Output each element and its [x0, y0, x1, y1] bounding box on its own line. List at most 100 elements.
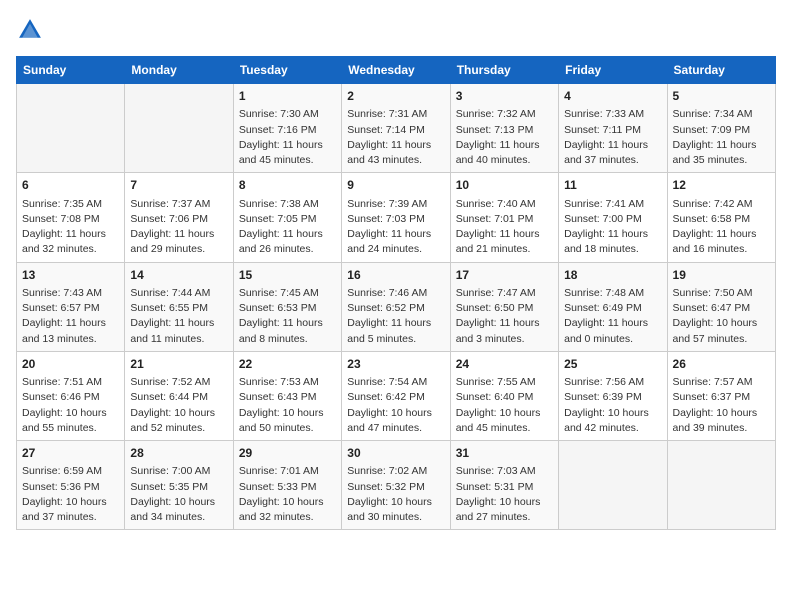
day-header-saturday: Saturday [667, 57, 775, 84]
day-number: 28 [130, 445, 227, 462]
day-number: 26 [673, 356, 770, 373]
calendar-cell: 27 Sunrise: 6:59 AMSunset: 5:36 PMDayligh… [17, 441, 125, 530]
calendar-cell: 28 Sunrise: 7:00 AMSunset: 5:35 PMDayligh… [125, 441, 233, 530]
calendar-cell: 13 Sunrise: 7:43 AMSunset: 6:57 PMDayligh… [17, 262, 125, 351]
day-info: Sunrise: 7:44 AMSunset: 6:55 PMDaylight:… [130, 286, 227, 347]
calendar-table: SundayMondayTuesdayWednesdayThursdayFrid… [16, 56, 776, 530]
calendar-cell [17, 84, 125, 173]
day-info: Sunrise: 7:34 AMSunset: 7:09 PMDaylight:… [673, 107, 770, 168]
calendar-cell: 29 Sunrise: 7:01 AMSunset: 5:33 PMDayligh… [233, 441, 341, 530]
logo-icon [16, 16, 44, 44]
day-number: 8 [239, 177, 336, 194]
calendar-cell: 10 Sunrise: 7:40 AMSunset: 7:01 PMDayligh… [450, 173, 558, 262]
day-number: 31 [456, 445, 553, 462]
calendar-cell: 1 Sunrise: 7:30 AMSunset: 7:16 PMDaylight… [233, 84, 341, 173]
day-header-tuesday: Tuesday [233, 57, 341, 84]
day-number: 2 [347, 88, 444, 105]
day-info: Sunrise: 6:59 AMSunset: 5:36 PMDaylight:… [22, 464, 119, 525]
day-info: Sunrise: 7:47 AMSunset: 6:50 PMDaylight:… [456, 286, 553, 347]
day-number: 25 [564, 356, 661, 373]
calendar-cell [667, 441, 775, 530]
day-info: Sunrise: 7:01 AMSunset: 5:33 PMDaylight:… [239, 464, 336, 525]
day-number: 14 [130, 267, 227, 284]
day-header-thursday: Thursday [450, 57, 558, 84]
day-header-sunday: Sunday [17, 57, 125, 84]
day-number: 3 [456, 88, 553, 105]
day-info: Sunrise: 7:42 AMSunset: 6:58 PMDaylight:… [673, 197, 770, 258]
calendar-cell: 16 Sunrise: 7:46 AMSunset: 6:52 PMDayligh… [342, 262, 450, 351]
day-info: Sunrise: 7:00 AMSunset: 5:35 PMDaylight:… [130, 464, 227, 525]
calendar-cell: 8 Sunrise: 7:38 AMSunset: 7:05 PMDaylight… [233, 173, 341, 262]
day-number: 15 [239, 267, 336, 284]
day-number: 13 [22, 267, 119, 284]
day-number: 24 [456, 356, 553, 373]
calendar-cell: 21 Sunrise: 7:52 AMSunset: 6:44 PMDayligh… [125, 351, 233, 440]
calendar-cell: 31 Sunrise: 7:03 AMSunset: 5:31 PMDayligh… [450, 441, 558, 530]
day-info: Sunrise: 7:45 AMSunset: 6:53 PMDaylight:… [239, 286, 336, 347]
day-number: 29 [239, 445, 336, 462]
calendar-cell: 2 Sunrise: 7:31 AMSunset: 7:14 PMDaylight… [342, 84, 450, 173]
calendar-cell [559, 441, 667, 530]
day-info: Sunrise: 7:43 AMSunset: 6:57 PMDaylight:… [22, 286, 119, 347]
day-info: Sunrise: 7:30 AMSunset: 7:16 PMDaylight:… [239, 107, 336, 168]
calendar-cell: 15 Sunrise: 7:45 AMSunset: 6:53 PMDayligh… [233, 262, 341, 351]
calendar-cell: 25 Sunrise: 7:56 AMSunset: 6:39 PMDayligh… [559, 351, 667, 440]
day-info: Sunrise: 7:53 AMSunset: 6:43 PMDaylight:… [239, 375, 336, 436]
day-header-monday: Monday [125, 57, 233, 84]
day-info: Sunrise: 7:33 AMSunset: 7:11 PMDaylight:… [564, 107, 661, 168]
day-number: 11 [564, 177, 661, 194]
calendar-cell [125, 84, 233, 173]
day-number: 21 [130, 356, 227, 373]
day-number: 20 [22, 356, 119, 373]
day-info: Sunrise: 7:55 AMSunset: 6:40 PMDaylight:… [456, 375, 553, 436]
day-number: 7 [130, 177, 227, 194]
calendar-cell: 9Sunrise: 7:39 AMSunset: 7:03 PMDaylight… [342, 173, 450, 262]
day-info: Sunrise: 7:57 AMSunset: 6:37 PMDaylight:… [673, 375, 770, 436]
day-info: Sunrise: 7:40 AMSunset: 7:01 PMDaylight:… [456, 197, 553, 258]
day-info: Sunrise: 7:56 AMSunset: 6:39 PMDaylight:… [564, 375, 661, 436]
calendar-cell: 19Sunrise: 7:50 AMSunset: 6:47 PMDayligh… [667, 262, 775, 351]
calendar-cell: 17 Sunrise: 7:47 AMSunset: 6:50 PMDayligh… [450, 262, 558, 351]
logo [16, 16, 48, 44]
day-number: 27 [22, 445, 119, 462]
day-info: Sunrise: 7:37 AMSunset: 7:06 PMDaylight:… [130, 197, 227, 258]
day-number: 23 [347, 356, 444, 373]
calendar-cell: 7 Sunrise: 7:37 AMSunset: 7:06 PMDaylight… [125, 173, 233, 262]
calendar-cell: 30 Sunrise: 7:02 AMSunset: 5:32 PMDayligh… [342, 441, 450, 530]
day-info: Sunrise: 7:39 AMSunset: 7:03 PMDaylight:… [347, 197, 444, 258]
day-info: Sunrise: 7:54 AMSunset: 6:42 PMDaylight:… [347, 375, 444, 436]
calendar-cell: 11 Sunrise: 7:41 AMSunset: 7:00 PMDayligh… [559, 173, 667, 262]
day-number: 4 [564, 88, 661, 105]
day-number: 10 [456, 177, 553, 194]
day-info: Sunrise: 7:31 AMSunset: 7:14 PMDaylight:… [347, 107, 444, 168]
day-info: Sunrise: 7:38 AMSunset: 7:05 PMDaylight:… [239, 197, 336, 258]
calendar-cell: 24 Sunrise: 7:55 AMSunset: 6:40 PMDayligh… [450, 351, 558, 440]
day-info: Sunrise: 7:52 AMSunset: 6:44 PMDaylight:… [130, 375, 227, 436]
day-number: 5 [673, 88, 770, 105]
day-info: Sunrise: 7:03 AMSunset: 5:31 PMDaylight:… [456, 464, 553, 525]
day-info: Sunrise: 7:48 AMSunset: 6:49 PMDaylight:… [564, 286, 661, 347]
day-number: 17 [456, 267, 553, 284]
calendar-cell: 22 Sunrise: 7:53 AMSunset: 6:43 PMDayligh… [233, 351, 341, 440]
day-number: 30 [347, 445, 444, 462]
day-number: 16 [347, 267, 444, 284]
calendar-cell: 18 Sunrise: 7:48 AMSunset: 6:49 PMDayligh… [559, 262, 667, 351]
calendar-cell: 12Sunrise: 7:42 AMSunset: 6:58 PMDayligh… [667, 173, 775, 262]
day-number: 6 [22, 177, 119, 194]
day-info: Sunrise: 7:35 AMSunset: 7:08 PMDaylight:… [22, 197, 119, 258]
day-info: Sunrise: 7:32 AMSunset: 7:13 PMDaylight:… [456, 107, 553, 168]
page-header [16, 16, 776, 44]
day-header-friday: Friday [559, 57, 667, 84]
day-number: 18 [564, 267, 661, 284]
calendar-cell: 3 Sunrise: 7:32 AMSunset: 7:13 PMDaylight… [450, 84, 558, 173]
day-header-wednesday: Wednesday [342, 57, 450, 84]
day-info: Sunrise: 7:02 AMSunset: 5:32 PMDaylight:… [347, 464, 444, 525]
calendar-cell: 23 Sunrise: 7:54 AMSunset: 6:42 PMDayligh… [342, 351, 450, 440]
calendar-cell: 14 Sunrise: 7:44 AMSunset: 6:55 PMDayligh… [125, 262, 233, 351]
day-info: Sunrise: 7:51 AMSunset: 6:46 PMDaylight:… [22, 375, 119, 436]
day-info: Sunrise: 7:46 AMSunset: 6:52 PMDaylight:… [347, 286, 444, 347]
day-number: 22 [239, 356, 336, 373]
calendar-cell: 20 Sunrise: 7:51 AMSunset: 6:46 PMDayligh… [17, 351, 125, 440]
day-number: 1 [239, 88, 336, 105]
day-info: Sunrise: 7:41 AMSunset: 7:00 PMDaylight:… [564, 197, 661, 258]
